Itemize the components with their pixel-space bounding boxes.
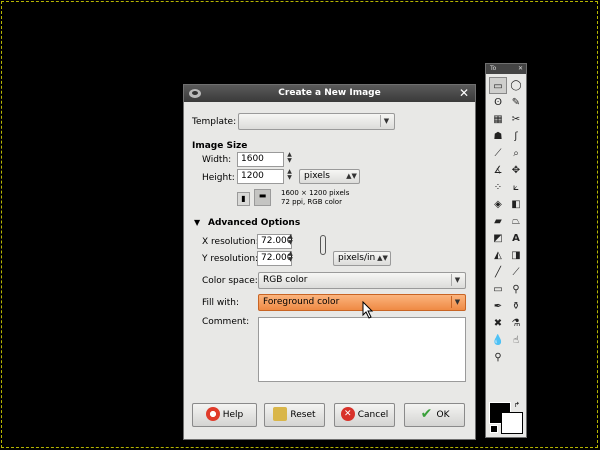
height-label: Height:	[202, 173, 235, 183]
comment-textarea[interactable]	[258, 317, 466, 382]
blend-icon[interactable]: ◨	[507, 247, 525, 264]
crop-icon[interactable]: ⟀	[507, 179, 525, 196]
zoom-icon[interactable]: ⌕	[507, 145, 525, 162]
rotate-icon[interactable]: ◈	[489, 196, 507, 213]
bucket-fill-icon[interactable]: ◭	[489, 247, 507, 264]
fill-with-label: Fill with:	[202, 298, 240, 308]
free-select-icon[interactable]: ʘ	[489, 94, 507, 111]
chevron-down-icon: ▲▼	[346, 172, 357, 180]
y-resolution-stepper[interactable]: ▲ ▼	[286, 251, 295, 263]
blur-icon[interactable]: 💧	[489, 332, 507, 349]
height-input[interactable]: 1200	[237, 169, 284, 184]
measure-icon[interactable]: ∡	[489, 162, 507, 179]
smudge-icon[interactable]: ☝	[507, 332, 525, 349]
portrait-button[interactable]: ▮	[237, 192, 250, 206]
dodge-burn-icon[interactable]: ⚲	[489, 349, 507, 366]
size-info-pixels: 1600 × 1200 pixels	[281, 189, 350, 197]
default-colors-icon[interactable]	[490, 425, 498, 433]
landscape-button[interactable]: ▬	[254, 189, 271, 206]
expander-icon[interactable]: ▼	[194, 218, 200, 227]
airbrush-icon[interactable]: ⚲	[507, 281, 525, 298]
paths-icon[interactable]: ʃ	[507, 128, 525, 145]
dialog-title: Create a New Image	[278, 88, 381, 98]
color-picker-icon[interactable]: ⟋	[489, 145, 507, 162]
color-space-label: Color space:	[202, 276, 258, 286]
chevron-down-icon: ▼	[380, 115, 392, 127]
shear-icon[interactable]: ▰	[489, 213, 507, 230]
scale-icon[interactable]: ◧	[507, 196, 525, 213]
toolbox-titlebar[interactable]: To ✕	[486, 64, 526, 74]
window-menu-icon[interactable]	[189, 89, 201, 98]
color-space-select[interactable]: RGB color ▼	[258, 272, 466, 289]
pencil-icon[interactable]: ╱	[489, 264, 507, 281]
reset-icon	[273, 406, 288, 421]
swap-colors-icon[interactable]: ↱	[514, 401, 520, 409]
y-resolution-label: Y resolution:	[202, 254, 259, 264]
x-resolution-stepper[interactable]: ▲ ▼	[286, 234, 295, 246]
move-icon[interactable]: ✥	[507, 162, 525, 179]
paintbrush-icon[interactable]: ⟋	[507, 264, 525, 281]
x-resolution-label: X resolution:	[202, 237, 259, 247]
width-input[interactable]: 1600	[237, 152, 284, 167]
template-select[interactable]: ▼	[238, 113, 395, 130]
align-icon[interactable]: ⁘	[489, 179, 507, 196]
cancel-button[interactable]: ✕ Cancel	[334, 403, 395, 427]
tool-grid: ▭ ◯ ʘ ✎ ▦ ✂ ☗ ʃ ⟋ ⌕ ∡ ✥ ⁘ ⟀ ◈ ◧ ▰ ⏢ ◩ A …	[489, 77, 525, 366]
units-select[interactable]: pixels ▲▼	[299, 169, 360, 184]
text-icon[interactable]: A	[507, 230, 525, 247]
background-color-swatch[interactable]	[501, 412, 523, 434]
help-icon	[205, 406, 220, 421]
flip-icon[interactable]: ◩	[489, 230, 507, 247]
close-icon[interactable]: ✕	[518, 64, 523, 74]
clone-icon[interactable]: ⚱	[507, 298, 525, 315]
perspective-clone-icon[interactable]: ⚗	[507, 315, 525, 332]
height-stepper[interactable]: ▲ ▼	[285, 169, 294, 181]
chevron-down-icon: ▲▼	[377, 254, 388, 262]
chevron-down-icon: ▼	[451, 274, 463, 286]
help-button[interactable]: Help	[192, 403, 257, 427]
fuzzy-select-icon[interactable]: ✎	[507, 94, 525, 111]
reset-button[interactable]: Reset	[264, 403, 325, 427]
width-stepper[interactable]: ▲ ▼	[285, 152, 294, 164]
rect-select-icon[interactable]: ▭	[489, 77, 507, 94]
eraser-icon[interactable]: ▭	[489, 281, 507, 298]
toolbox-panel: To ✕ ▭ ◯ ʘ ✎ ▦ ✂ ☗ ʃ ⟋ ⌕ ∡ ✥ ⁘ ⟀ ◈ ◧ ▰ ⏢ …	[485, 63, 527, 438]
cancel-icon: ✕	[340, 406, 355, 421]
size-info-resolution: 72 ppi, RGB color	[281, 198, 342, 206]
image-size-header: Image Size	[192, 141, 248, 151]
scissors-icon[interactable]: ✂	[507, 111, 525, 128]
mouse-cursor-icon	[362, 301, 374, 319]
select-by-color-icon[interactable]: ▦	[489, 111, 507, 128]
checkmark-icon: ✔	[420, 405, 433, 422]
foreground-select-icon[interactable]: ☗	[489, 128, 507, 145]
comment-label: Comment:	[202, 317, 250, 327]
create-image-dialog: Create a New Image ✕ Template: ▼ Image S…	[183, 84, 476, 440]
width-label: Width:	[202, 155, 232, 165]
dialog-titlebar[interactable]: Create a New Image ✕	[184, 85, 475, 102]
resolution-units-select[interactable]: pixels/in ▲▼	[333, 251, 391, 266]
ink-icon[interactable]: ✒	[489, 298, 507, 315]
chevron-down-icon: ▼	[451, 296, 463, 308]
close-icon[interactable]: ✕	[459, 85, 469, 102]
ellipse-select-icon[interactable]: ◯	[507, 77, 525, 94]
chain-link-icon[interactable]	[320, 235, 326, 255]
perspective-icon[interactable]: ⏢	[507, 213, 525, 230]
advanced-options-toggle[interactable]: Advanced Options	[208, 218, 300, 228]
template-label: Template:	[192, 117, 237, 127]
ok-button[interactable]: ✔ OK	[404, 403, 465, 427]
heal-icon[interactable]: ✖	[489, 315, 507, 332]
